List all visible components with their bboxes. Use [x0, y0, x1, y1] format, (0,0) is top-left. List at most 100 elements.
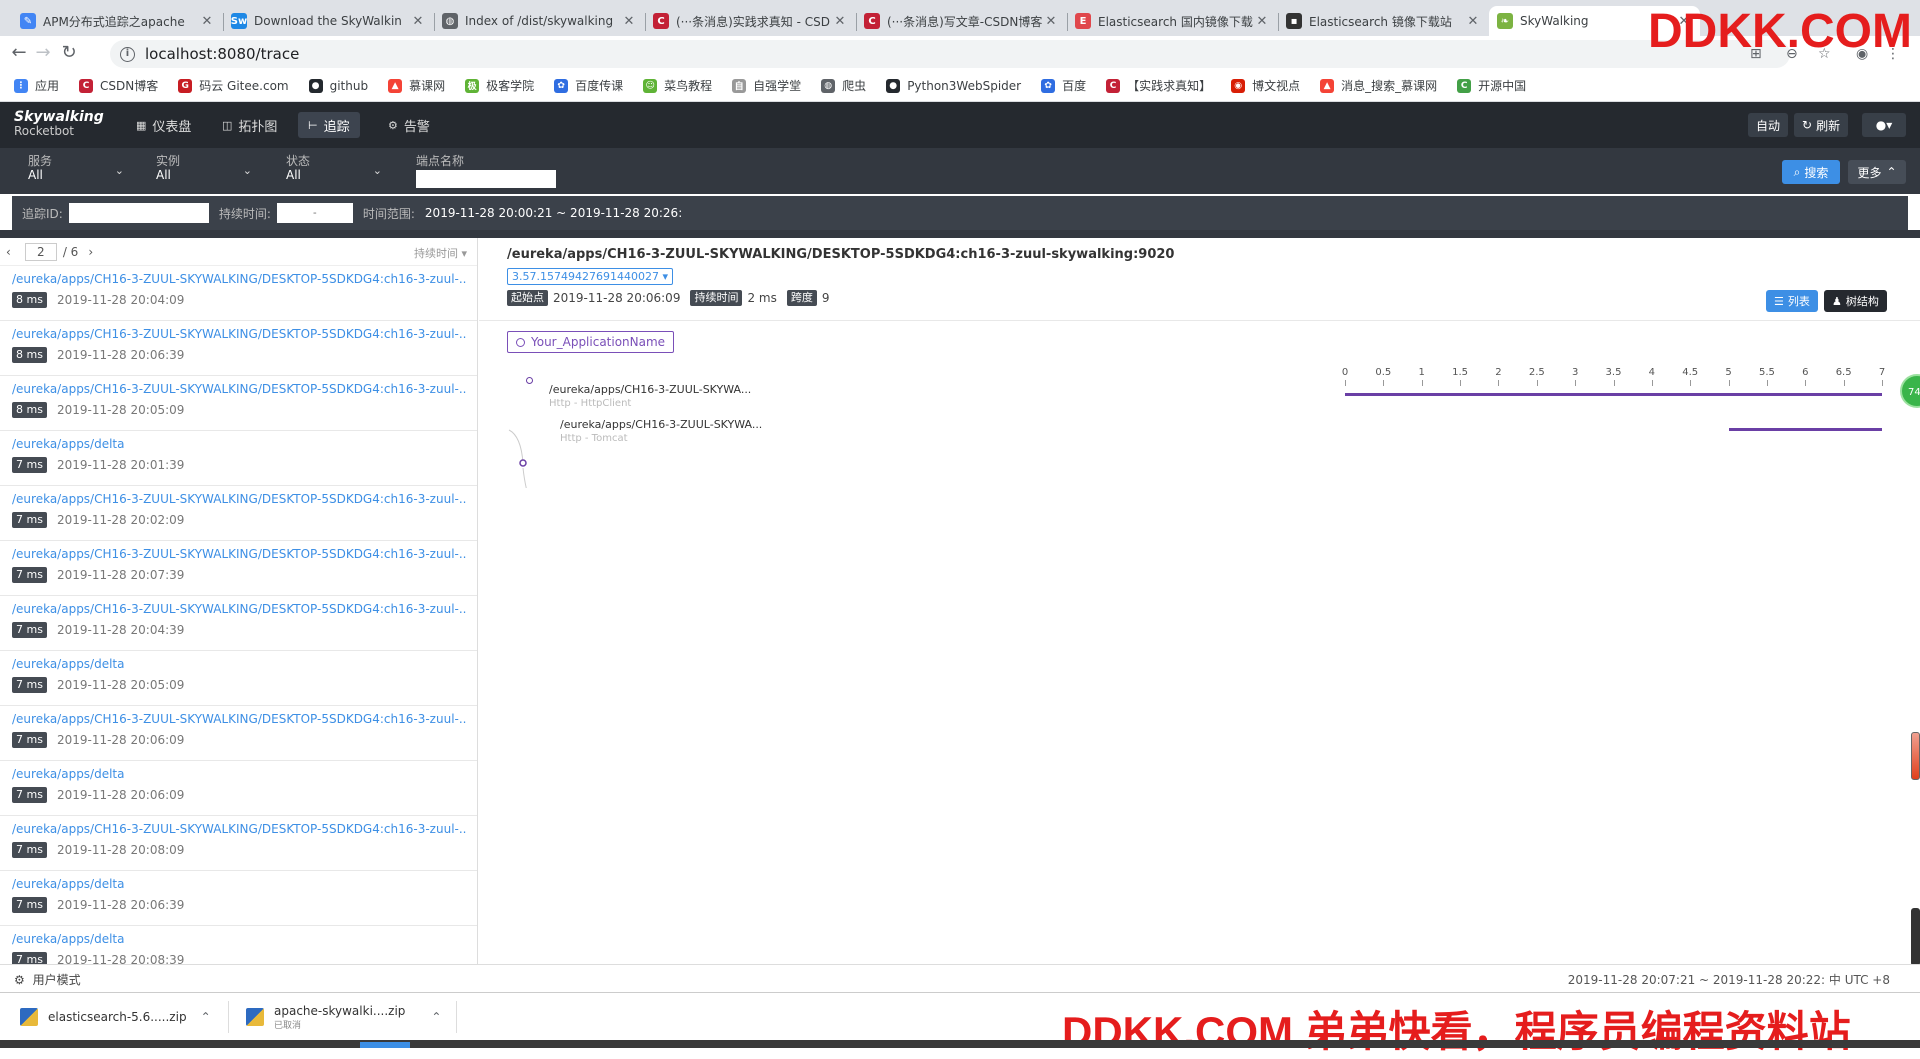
scroll-marker[interactable] [1911, 732, 1920, 780]
trace-endpoint-link[interactable]: /eureka/apps/CH16-3-ZUUL-SKYWALKING/DESK… [12, 382, 467, 396]
browser-tab[interactable]: Sw Download the SkyWalkin ✕ [223, 6, 434, 36]
browser-tab[interactable]: C (···条消息)实践求真知 - CSD ✕ [645, 6, 856, 36]
chevron-up-icon[interactable]: ⌃ [201, 1010, 211, 1024]
trace-list-item[interactable]: /eureka/apps/CH16-3-ZUUL-SKYWALKING/DESK… [0, 816, 477, 871]
next-page-icon[interactable]: › [88, 245, 93, 259]
list-view-button[interactable]: ☰ 列表 [1766, 290, 1818, 312]
trace-endpoint-link[interactable]: /eureka/apps/delta [12, 877, 467, 891]
nav-topology[interactable]: ◫ 拓扑图 [212, 112, 287, 138]
trace-endpoint-link[interactable]: /eureka/apps/CH16-3-ZUUL-SKYWALKING/DESK… [12, 327, 467, 341]
bookmark-item[interactable]: ◉ 博文视点 [1231, 77, 1300, 94]
trace-endpoint-link[interactable]: /eureka/apps/CH16-3-ZUUL-SKYWALKING/DESK… [12, 712, 467, 726]
trace-endpoint-link[interactable]: /eureka/apps/CH16-3-ZUUL-SKYWALKING/DESK… [12, 822, 467, 836]
bookmark-item[interactable]: 自自强学堂 [732, 77, 801, 94]
trace-endpoint-link[interactable]: /eureka/apps/delta [12, 437, 467, 451]
trace-list-item[interactable]: /eureka/apps/delta 7 ms 2019-11-28 20:05:0… [0, 651, 477, 706]
trace-list-item[interactable]: /eureka/apps/CH16-3-ZUUL-SKYWALKING/DESK… [0, 321, 477, 376]
trace-endpoint-link[interactable]: /eureka/apps/delta [12, 767, 467, 781]
time-range-value[interactable]: 2019-11-28 20:00:21 ~ 2019-11-28 20:26: [425, 206, 682, 220]
close-icon[interactable]: ✕ [1465, 14, 1481, 29]
auto-refresh-button[interactable]: 自动 [1748, 113, 1789, 137]
trace-list-item[interactable]: /eureka/apps/CH16-3-ZUUL-SKYWALKING/DESK… [0, 541, 477, 596]
chevron-down-icon: ⌄ [372, 164, 382, 177]
trace-list-item[interactable]: /eureka/apps/delta 7 ms 2019-11-28 20:08:3… [0, 926, 477, 964]
forward-icon[interactable]: → [32, 43, 54, 65]
bookmark-item[interactable]: ✿ 百度传课 [554, 77, 623, 94]
trace-list-item[interactable]: /eureka/apps/CH16-3-ZUUL-SKYWALKING/DESK… [0, 376, 477, 431]
status-select[interactable]: 状态 All ⌄ [286, 154, 382, 182]
span-name[interactable]: /eureka/apps/CH16-3-ZUUL-SKYWA... [549, 383, 751, 396]
span-duration-bar[interactable] [1345, 393, 1882, 396]
back-icon[interactable]: ← [8, 43, 30, 65]
span-name[interactable]: /eureka/apps/CH16-3-ZUUL-SKYWA... [560, 418, 762, 431]
bookmark-item[interactable]: ◍ 爬虫 [821, 77, 866, 94]
page-input[interactable]: 2 [24, 242, 57, 261]
browser-tab[interactable]: ▪ Elasticsearch 镜像下载站 ✕ [1278, 6, 1489, 36]
bookmark-item[interactable]: C 【实践求真知】 [1106, 77, 1211, 94]
close-icon[interactable]: ✕ [410, 14, 426, 29]
trace-endpoint-link[interactable]: /eureka/apps/CH16-3-ZUUL-SKYWALKING/DESK… [12, 272, 467, 286]
trace-list-item[interactable]: /eureka/apps/delta 7 ms 2019-11-28 20:01:3… [0, 431, 477, 486]
prev-page-icon[interactable]: ‹ [6, 245, 11, 259]
bookmark-item[interactable]: ⋮ 应用 [14, 77, 59, 94]
nav-alarm[interactable]: ⚙ 告警 [378, 112, 440, 138]
trace-list-item[interactable]: /eureka/apps/CH16-3-ZUUL-SKYWALKING/DESK… [0, 706, 477, 761]
tree-view-button[interactable]: ♟ 树结构 [1824, 290, 1887, 312]
more-button[interactable]: 更多 ⌃ [1848, 160, 1906, 184]
skywalking-logo[interactable]: Skywalking Rocketbot [14, 110, 104, 138]
user-mode[interactable]: ⚙ 用户模式 [14, 971, 81, 988]
browser-tab[interactable]: E Elasticsearch 国内镜像下载 ✕ [1067, 6, 1278, 36]
browser-tab[interactable]: ✎ APM分布式追踪之apache ✕ [12, 6, 223, 36]
trace-list-item[interactable]: /eureka/apps/CH16-3-ZUUL-SKYWALKING/DESK… [0, 596, 477, 651]
download-item[interactable]: apache-skywalki....zip 已取消 ⌃ [246, 1002, 441, 1032]
close-icon[interactable]: ✕ [832, 14, 848, 29]
span-duration-bar[interactable] [1728, 428, 1882, 431]
bookmark-icon: ⋮ [14, 78, 28, 93]
trace-id-select[interactable]: 3.57.15749427691440027 ▾ [507, 268, 673, 285]
close-icon[interactable]: ✕ [621, 14, 637, 29]
nav-trace[interactable]: ⊢ 追踪 [298, 112, 360, 138]
bookmark-item[interactable]: ▲ 消息_搜索_慕课网 [1320, 77, 1437, 94]
endpoint-name-input[interactable] [416, 170, 556, 188]
duration-input[interactable] [276, 203, 353, 223]
trace-endpoint-link[interactable]: /eureka/apps/CH16-3-ZUUL-SKYWALKING/DESK… [12, 547, 467, 561]
bookmark-item[interactable]: C 开源中国 [1457, 77, 1526, 94]
close-icon[interactable]: ✕ [1254, 14, 1270, 29]
bookmark-item[interactable]: ▲ 慕课网 [388, 77, 445, 94]
trace-list-item[interactable]: /eureka/apps/CH16-3-ZUUL-SKYWALKING/DESK… [0, 486, 477, 541]
trace-list-item[interactable]: /eureka/apps/CH16-3-ZUUL-SKYWALKING/DESK… [0, 266, 477, 321]
close-icon[interactable]: ✕ [1043, 14, 1059, 29]
nav-dashboard[interactable]: ▦ 仪表盘 [126, 112, 201, 138]
scroll-marker-dark[interactable] [1911, 908, 1920, 966]
sort-by-duration[interactable]: 持续时间 ▾ [414, 245, 467, 261]
bookmark-item[interactable]: 极极客学院 [465, 77, 534, 94]
bookmark-item[interactable]: ● Python3WebSpider [886, 78, 1021, 93]
browser-tab[interactable]: C (···条消息)写文章-CSDN博客 ✕ [856, 6, 1067, 36]
trace-endpoint-link[interactable]: /eureka/apps/delta [12, 932, 467, 946]
bookmark-item[interactable]: G 码云 Gitee.com [178, 77, 289, 94]
bookmark-item[interactable]: C CSDN博客 [79, 77, 158, 94]
trace-list-item[interactable]: /eureka/apps/delta 7 ms 2019-11-28 20:06:0… [0, 761, 477, 816]
bookmark-item[interactable]: ☺ 菜鸟教程 [643, 77, 712, 94]
trace-list-item[interactable]: /eureka/apps/delta 7 ms 2019-11-28 20:06:3… [0, 871, 477, 926]
trace-endpoint-link[interactable]: /eureka/apps/CH16-3-ZUUL-SKYWALKING/DESK… [12, 492, 467, 506]
url-input[interactable]: i localhost:8080/trace [110, 40, 1790, 68]
instance-select[interactable]: 实例 All ⌄ [156, 154, 252, 182]
bookmark-item[interactable]: ✿ 百度 [1041, 77, 1086, 94]
trace-endpoint-link[interactable]: /eureka/apps/CH16-3-ZUUL-SKYWALKING/DESK… [12, 602, 467, 616]
application-chip[interactable]: Your_ApplicationName [507, 331, 675, 353]
refresh-button[interactable]: ↻ 刷新 [1794, 113, 1849, 137]
trace-endpoint-link[interactable]: /eureka/apps/delta [12, 657, 467, 671]
bookmark-item[interactable]: ● github [308, 78, 368, 93]
trace-id-input[interactable] [68, 203, 209, 223]
user-menu-button[interactable]: ●▾ [1862, 113, 1906, 137]
download-item[interactable]: elasticsearch-5.6.....zip ⌃ [20, 1002, 211, 1032]
info-icon[interactable]: i [120, 46, 135, 62]
search-button[interactable]: ⌕ 搜索 [1782, 160, 1840, 184]
browser-tab[interactable]: ◍ Index of /dist/skywalking ✕ [434, 6, 645, 36]
trace-meta: 7 ms 2019-11-28 20:06:09 [12, 732, 477, 748]
reload-icon[interactable]: ↻ [58, 43, 80, 65]
chevron-up-icon[interactable]: ⌃ [431, 1010, 441, 1024]
service-select[interactable]: 服务 All ⌄ [28, 154, 124, 182]
close-icon[interactable]: ✕ [199, 14, 215, 29]
